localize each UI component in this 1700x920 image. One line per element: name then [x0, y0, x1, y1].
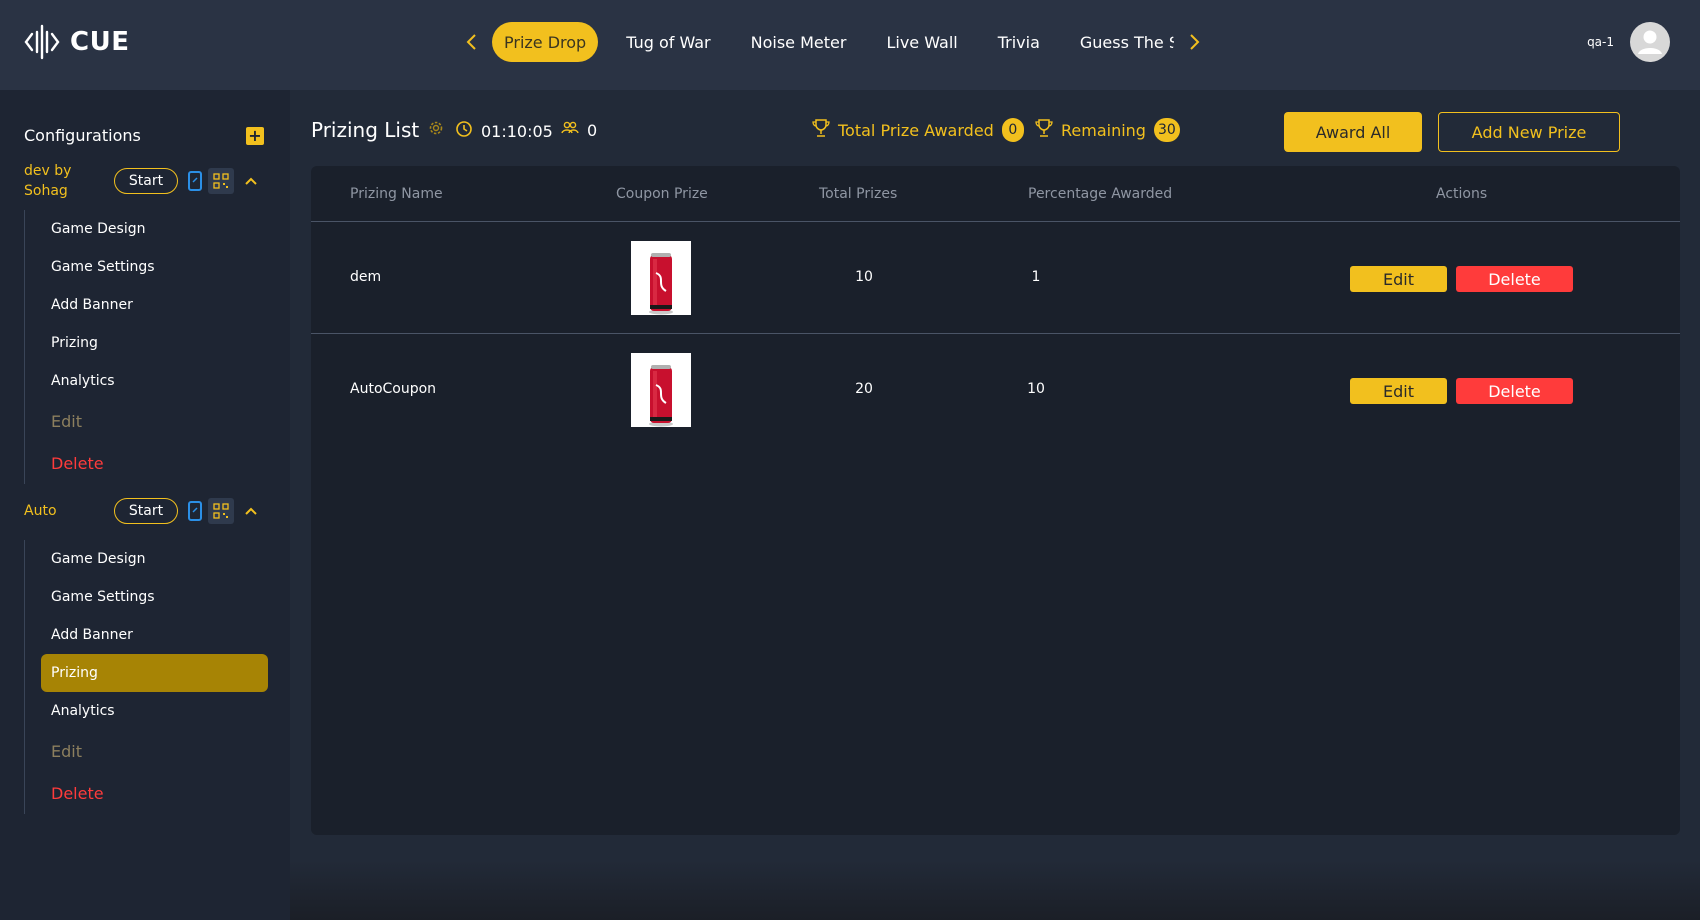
user-menu[interactable]: qa-1 — [1587, 22, 1670, 62]
menu-game-settings[interactable]: Game Settings — [41, 578, 268, 616]
menu-game-settings[interactable]: Game Settings — [41, 248, 268, 286]
total-prizes-value: 20 — [855, 381, 873, 397]
sidebar: Configurations + dev by Sohag Start Game… — [0, 90, 290, 920]
sidebar-title: Configurations — [24, 126, 141, 145]
menu-analytics[interactable]: Analytics — [41, 692, 268, 730]
page-title: Prizing List — [311, 118, 420, 142]
column-prizing-name: Prizing Name — [350, 186, 443, 202]
configuration-dev-by-sohag: dev by Sohag Start Game Design Game Sett… — [24, 158, 274, 484]
configuration-menu: Game Design Game Settings Add Banner Pri… — [24, 540, 274, 814]
top-bar: CUE Prize Drop Tug of War Noise Meter Li… — [0, 0, 1700, 90]
delete-prize-button[interactable]: Delete — [1456, 378, 1573, 404]
chevron-right-icon[interactable] — [1182, 22, 1206, 62]
delete-configuration[interactable]: Delete — [41, 772, 268, 814]
trophy-icon — [812, 118, 830, 142]
start-button[interactable]: Start — [114, 498, 178, 524]
soda-can-icon — [649, 365, 673, 427]
configuration-menu: Game Design Game Settings Add Banner Pri… — [24, 210, 274, 484]
remaining-prizes: Remaining 30 — [1035, 118, 1180, 142]
column-percentage-awarded: Percentage Awarded — [1028, 186, 1173, 202]
users-icon — [561, 120, 579, 140]
chevron-up-icon[interactable] — [244, 176, 258, 186]
prizing-table: Prizing Name Coupon Prize Total Prizes P… — [311, 166, 1680, 835]
logo[interactable]: CUE — [24, 24, 129, 60]
qr-code-icon[interactable] — [208, 168, 234, 194]
tab-noise-meter[interactable]: Noise Meter — [739, 22, 859, 62]
mobile-preview-icon[interactable] — [188, 501, 202, 521]
tab-guess-the-score[interactable]: Guess The Sc — [1068, 22, 1174, 62]
percentage-awarded-value: 1 — [1031, 269, 1041, 285]
configuration-header: dev by Sohag Start — [24, 158, 274, 204]
menu-analytics[interactable]: Analytics — [41, 362, 268, 400]
user-icon — [1638, 30, 1662, 54]
chevron-up-icon[interactable] — [244, 506, 258, 516]
start-button[interactable]: Start — [114, 168, 178, 194]
user-name: qa-1 — [1587, 35, 1614, 49]
column-actions: Actions — [1436, 186, 1488, 202]
table-row: dem 10 1 Edit Delete — [311, 222, 1680, 334]
edit-prize-button[interactable]: Edit — [1350, 378, 1447, 404]
configuration-header: Auto Start — [24, 488, 274, 534]
menu-game-design[interactable]: Game Design — [41, 210, 268, 248]
menu-prizing[interactable]: Prizing — [41, 654, 268, 692]
delete-configuration[interactable]: Delete — [41, 442, 268, 484]
trophy-icon — [1035, 118, 1053, 142]
remaining-count: 30 — [1153, 118, 1180, 142]
configuration-auto: Auto Start Game Design Game Settings Add… — [24, 488, 274, 814]
gear-icon[interactable] — [427, 118, 445, 142]
timer-value: 01:10:05 — [481, 121, 553, 141]
menu-game-design[interactable]: Game Design — [41, 540, 268, 578]
award-all-button[interactable]: Award All — [1284, 112, 1422, 152]
configuration-name[interactable]: dev by Sohag — [24, 161, 114, 201]
page-title-wrap: Prizing List — [311, 118, 445, 142]
timer: 01:10:05 — [455, 120, 553, 142]
mobile-preview-icon[interactable] — [188, 171, 202, 191]
footer-shadow — [290, 860, 1700, 920]
tab-prize-drop[interactable]: Prize Drop — [492, 22, 599, 62]
qr-code-icon[interactable] — [208, 498, 234, 524]
total-prizes-value: 10 — [855, 269, 873, 285]
menu-prizing[interactable]: Prizing — [41, 324, 268, 362]
total-prize-awarded: Total Prize Awarded 0 — [812, 118, 1024, 142]
menu-add-banner[interactable]: Add Banner — [41, 616, 268, 654]
add-configuration-button[interactable]: + — [246, 126, 264, 145]
column-coupon-prize: Coupon Prize — [616, 186, 708, 202]
total-prize-awarded-count: 0 — [1001, 118, 1024, 142]
sound-wave-icon — [24, 24, 62, 60]
clock-icon — [455, 120, 473, 142]
total-prize-awarded-label: Total Prize Awarded — [838, 120, 994, 140]
coupon-image — [631, 241, 691, 315]
edit-prize-button[interactable]: Edit — [1350, 266, 1447, 292]
table-header: Prizing Name Coupon Prize Total Prizes P… — [311, 166, 1680, 222]
column-total-prizes: Total Prizes — [819, 186, 898, 202]
edit-configuration[interactable]: Edit — [41, 400, 268, 442]
player-count: 0 — [561, 120, 597, 140]
sidebar-header: Configurations + — [24, 126, 264, 145]
delete-prize-button[interactable]: Delete — [1456, 266, 1573, 292]
remaining-label: Remaining — [1061, 120, 1146, 140]
configuration-name[interactable]: Auto — [24, 501, 114, 521]
game-tabs: Prize Drop Tug of War Noise Meter Live W… — [460, 22, 1206, 62]
soda-can-icon — [649, 253, 673, 315]
prizing-header: Prizing List 01:10:05 0 Total Prize Awar… — [311, 112, 1681, 152]
edit-configuration[interactable]: Edit — [41, 730, 268, 772]
menu-add-banner[interactable]: Add Banner — [41, 286, 268, 324]
logo-text: CUE — [70, 27, 130, 57]
percentage-awarded-value: 10 — [1027, 381, 1045, 397]
tab-tug-of-war[interactable]: Tug of War — [614, 22, 722, 62]
chevron-left-icon[interactable] — [460, 22, 484, 62]
add-new-prize-button[interactable]: Add New Prize — [1438, 112, 1620, 152]
player-count-value: 0 — [587, 120, 598, 140]
coupon-image — [631, 353, 691, 427]
tab-live-wall[interactable]: Live Wall — [874, 22, 969, 62]
tab-trivia[interactable]: Trivia — [986, 22, 1052, 62]
prize-name: AutoCoupon — [350, 381, 437, 397]
prize-name: dem — [350, 269, 382, 285]
table-row: AutoCoupon 20 10 Edit Delete — [311, 334, 1680, 446]
avatar[interactable] — [1630, 22, 1670, 62]
